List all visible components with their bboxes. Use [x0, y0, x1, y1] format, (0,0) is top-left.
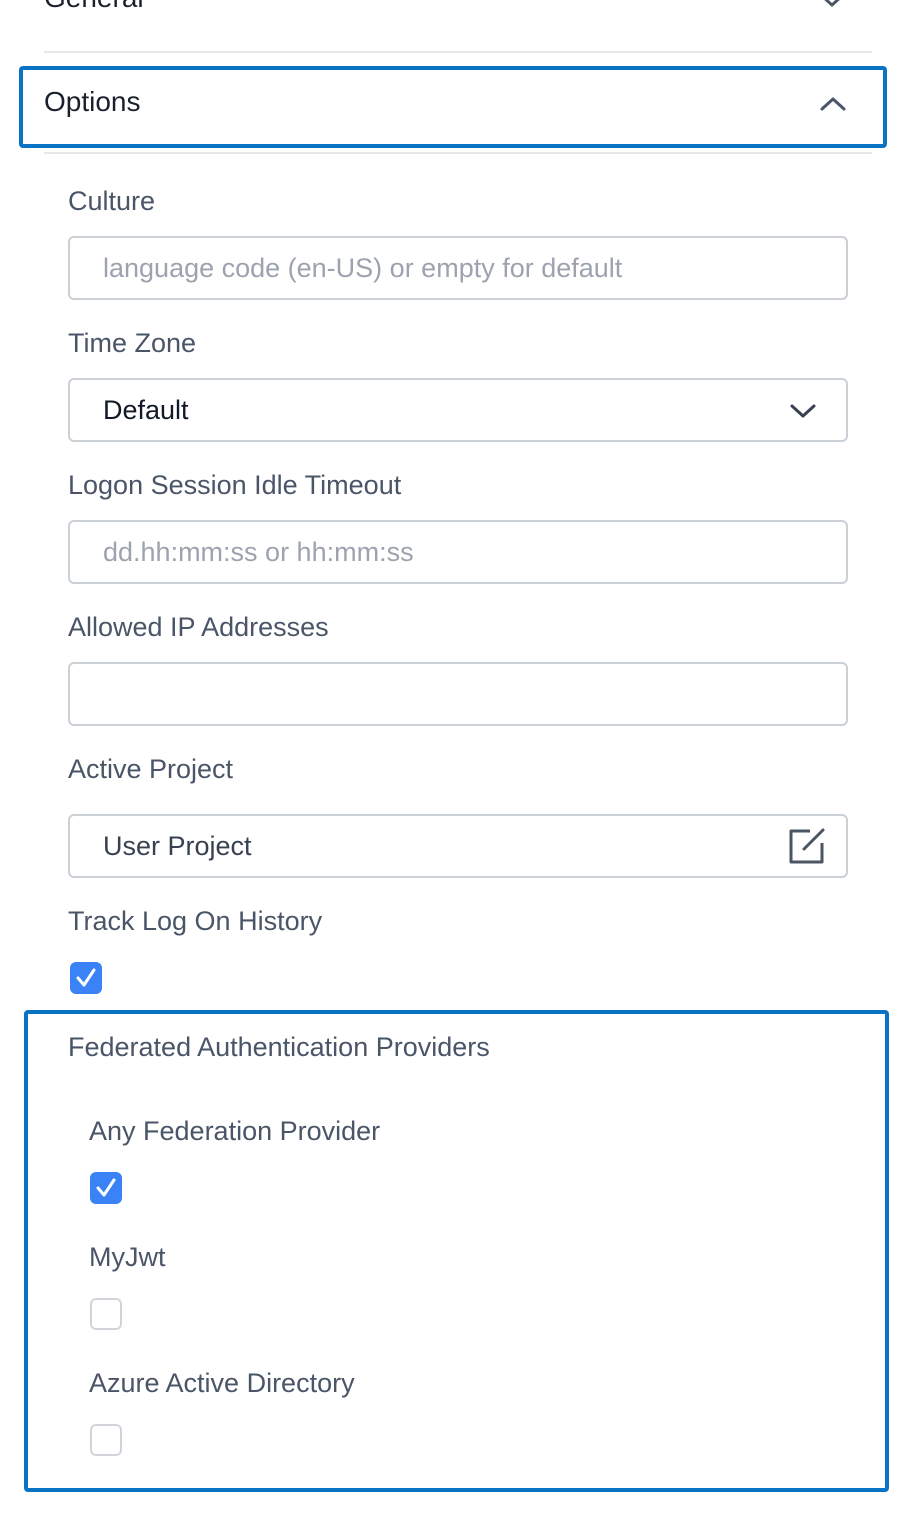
culture-label: Culture — [68, 186, 156, 216]
checkmark-icon — [96, 1178, 116, 1197]
culture-placeholder: language code (en-US) or empty for defau… — [103, 253, 623, 283]
chevron-up-icon — [820, 96, 846, 112]
section-divider — [44, 152, 872, 154]
provider-checkbox-any-federation[interactable] — [90, 1172, 122, 1204]
active-project-label: Active Project — [68, 754, 234, 784]
federated-providers-title: Federated Authentication Providers — [68, 1032, 490, 1062]
time-zone-label: Time Zone — [68, 328, 197, 358]
allowed-ip-label: Allowed IP Addresses — [68, 612, 329, 642]
provider-label-any-federation: Any Federation Provider — [89, 1116, 381, 1146]
provider-checkbox-myjwt[interactable] — [90, 1298, 122, 1330]
general-section-header[interactable]: General — [44, 0, 872, 22]
section-divider — [44, 51, 872, 53]
edit-icon[interactable] — [786, 826, 828, 871]
time-zone-value: Default — [103, 395, 189, 425]
options-section-label: Options — [44, 86, 141, 117]
culture-input[interactable]: language code (en-US) or empty for defau… — [68, 236, 848, 300]
chevron-down-icon — [790, 403, 816, 424]
chevron-down-icon — [820, 0, 844, 8]
options-section-header[interactable]: Options — [44, 86, 872, 126]
provider-label-myjwt: MyJwt — [89, 1242, 166, 1272]
active-project-value: User Project — [103, 831, 252, 861]
general-section-label: General — [44, 0, 144, 13]
idle-timeout-label: Logon Session Idle Timeout — [68, 470, 402, 500]
track-log-on-checkbox[interactable] — [70, 962, 102, 994]
active-project-field[interactable]: User Project — [68, 814, 848, 878]
provider-checkbox-azure-ad[interactable] — [90, 1424, 122, 1456]
track-log-on-label: Track Log On History — [68, 906, 323, 936]
idle-timeout-input[interactable]: dd.hh:mm:ss or hh:mm:ss — [68, 520, 848, 584]
idle-timeout-placeholder: dd.hh:mm:ss or hh:mm:ss — [103, 537, 414, 567]
checkmark-icon — [76, 968, 96, 987]
provider-label-azure-ad: Azure Active Directory — [89, 1368, 355, 1398]
allowed-ip-input[interactable] — [68, 662, 848, 726]
time-zone-select[interactable]: Default — [68, 378, 848, 442]
